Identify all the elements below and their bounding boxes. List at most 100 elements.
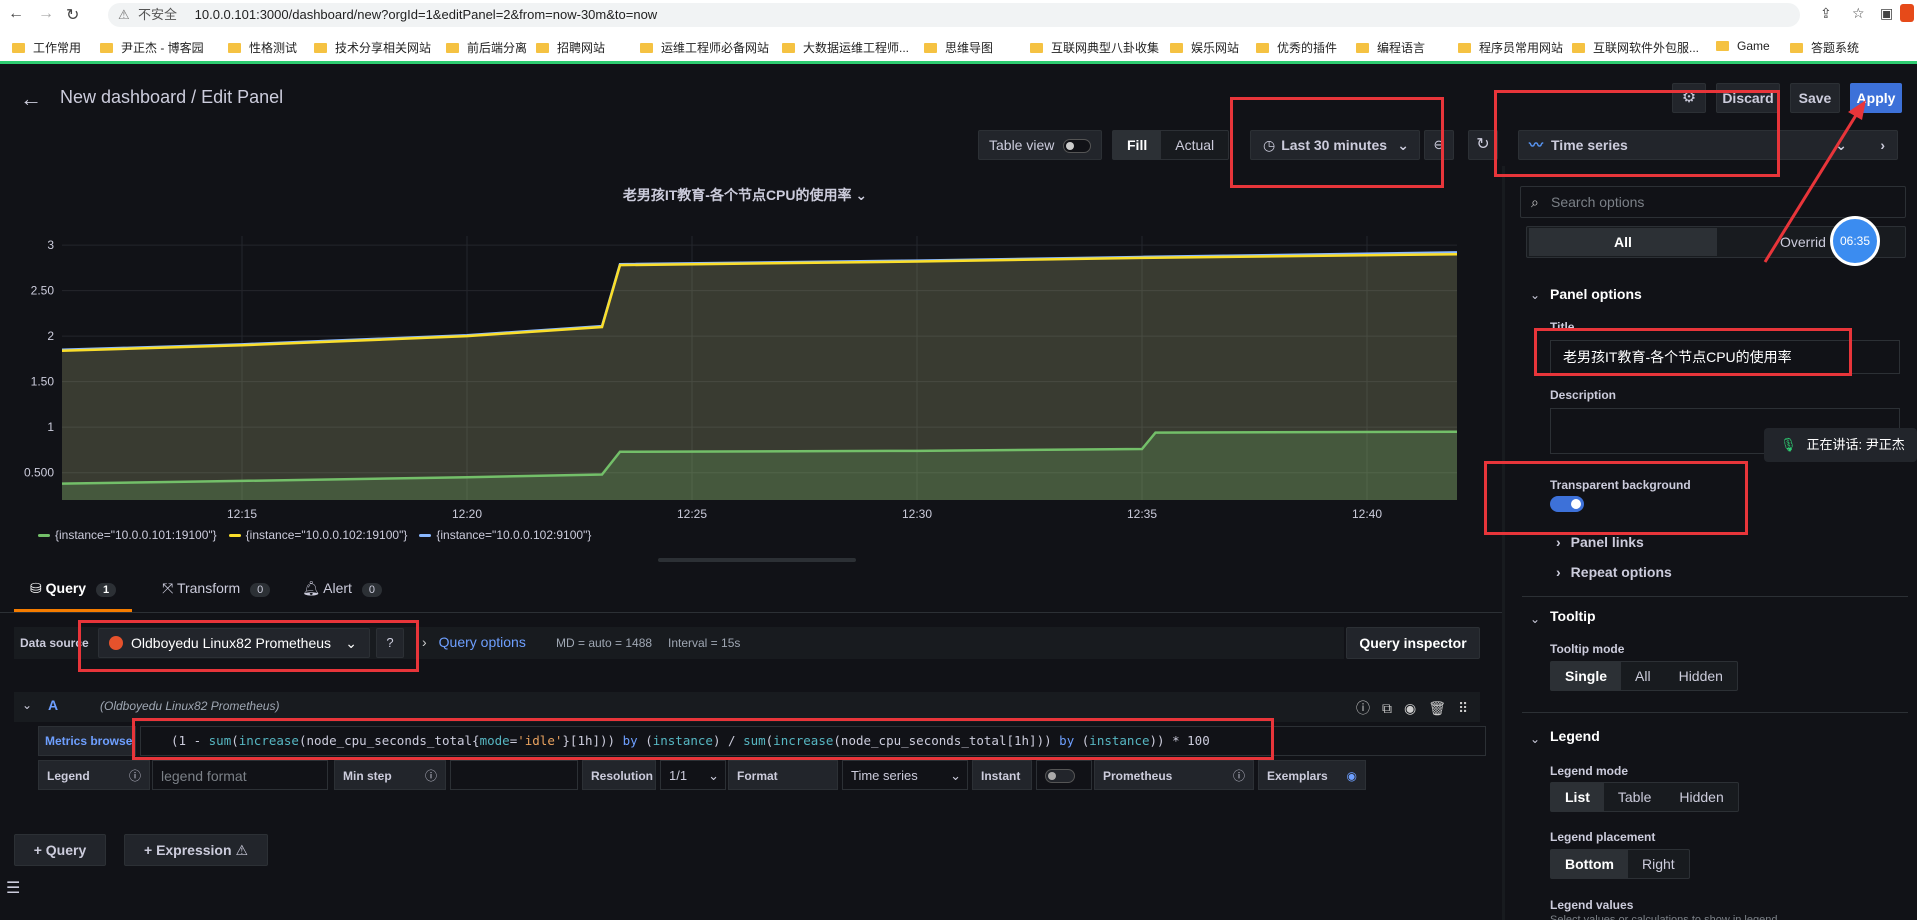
legend-header[interactable]: Legend [1550,728,1600,744]
exemplars-label-text: Exemplars [1267,769,1328,783]
tooltip-header[interactable]: Tooltip [1550,608,1596,624]
eye-icon[interactable]: ◉ [1347,761,1357,791]
search-options-input[interactable]: ⌕ Search options [1520,186,1906,218]
legend-values-label: Legend values [1550,898,1634,912]
legend-label: Legend ⓘ [38,760,150,790]
y-tick-label: 1.50 [31,375,55,389]
share-icon[interactable]: ⇪ [1820,5,1832,22]
legend-item[interactable]: {instance="10.0.0.101:19100"} [38,528,217,542]
tab-overrides[interactable]: Overrid [1780,234,1826,250]
query-ref-source: (Oldboyedu Linux82 Prometheus) [100,699,280,713]
tabs-divider [0,612,1502,613]
query-options-label: Query options [438,634,526,650]
search-icon: ⌕ [1531,194,1539,210]
tab-transform-count: 0 [250,583,271,597]
bookmark-item[interactable]: 答题系统 [1790,39,1859,56]
legend-mode-table[interactable]: Table [1604,783,1665,811]
add-expression-button[interactable]: + Expression ⚠ [124,834,268,866]
add-query-button[interactable]: + Query [14,834,106,866]
legend-item[interactable]: {instance="10.0.0.102:9100"} [419,528,591,542]
speaking-indicator: 🎙︎ 正在讲话: 尹正杰 [1764,428,1917,462]
format-value: Time series [851,768,918,783]
repeat-options-section[interactable]: › Repeat options [1556,564,1672,580]
duplicate-icon[interactable]: ⧉ [1382,700,1404,716]
collapse-icon[interactable]: ⌄ [22,698,32,712]
bookmark-item[interactable]: 互联网软件外包服... [1572,39,1699,56]
time-series-chart[interactable]: 0.500 1 1.50 2 2.50 3 12:15 12:20 12:25 12:30 12:3… [0,0,1510,560]
pane-splitter[interactable] [1502,166,1505,920]
min-step-label-text: Min step [343,769,392,783]
apply-button[interactable]: Apply [1850,83,1902,113]
tab-query-count: 1 [95,583,117,597]
panel-options-header[interactable]: Panel options [1550,286,1642,302]
annotation-box [1534,328,1852,376]
legend-placement-label: Legend placement [1550,830,1656,844]
chevron-right-icon[interactable]: › [1880,131,1885,159]
tooltip-mode-single[interactable]: Single [1551,662,1622,690]
legend-mode-list[interactable]: List [1551,783,1604,811]
eye-icon[interactable]: ◉ [1404,700,1428,716]
chevron-down-icon[interactable]: ⌄ [1530,732,1540,746]
star-icon[interactable]: ☆ [1852,5,1865,22]
legend-placement-bottom[interactable]: Bottom [1551,850,1628,878]
folder-icon [1572,42,1585,53]
repeat-options-label: Repeat options [1570,564,1672,580]
prometheus-type-text: Prometheus [1103,769,1173,783]
tab-alert[interactable]: 🔔︎ Alert 0 [286,580,398,612]
chevron-down-icon[interactable]: ⌄ [1530,612,1540,626]
drag-handle-icon[interactable]: ⠿ [1458,700,1480,716]
legend-label: {instance="10.0.0.101:19100"} [55,528,217,542]
format-select[interactable]: Time series ⌄ [842,760,968,790]
profile-icon[interactable] [1900,4,1914,22]
query-actions: ⓘ⧉◉🗑︎⠿ [1356,698,1480,718]
divider [1522,596,1908,597]
chevron-right-icon: › [1556,564,1561,580]
tab-transform[interactable]: ⤧ Transform 0 [132,580,286,612]
tab-query[interactable]: ⛁ Query 1 [14,580,133,612]
min-step-input[interactable] [450,760,578,790]
sidebar-icon[interactable]: ▣ [1880,5,1893,22]
add-expression-label: Expression [156,842,232,858]
description-label: Description [1550,388,1617,402]
legend-item[interactable]: {instance="10.0.0.102:19100"} [228,528,407,542]
legend-placement-right[interactable]: Right [1628,850,1689,878]
legend-swatch [419,534,432,538]
query-options-toggle[interactable]: › Query options [422,634,526,650]
exemplars-label: Exemplars ◉ [1258,760,1366,790]
help-icon[interactable]: ⓘ [1356,700,1382,716]
tooltip-mode-all[interactable]: All [1621,662,1665,690]
legend-format-input[interactable]: legend format [152,760,328,790]
metrics-browser-button[interactable]: Metrics browser › [38,726,136,756]
resolution-select[interactable]: 1/1 ⌄ [660,760,726,790]
x-tick-label: 12:20 [452,507,482,521]
legend-label: {instance="10.0.0.102:9100"} [436,528,592,542]
info-icon: ⓘ [1232,769,1245,783]
x-tick-label: 12:30 [902,507,932,521]
instant-toggle[interactable] [1036,760,1092,790]
metrics-browser-label: Metrics browser [45,734,136,748]
tooltip-mode-hidden[interactable]: Hidden [1665,662,1737,690]
legend-mode-selector: List Table Hidden [1550,782,1739,812]
add-query-label: Query [45,842,87,858]
annotation-box [132,718,1274,760]
tab-all[interactable]: All [1529,228,1717,256]
chart-legend: {instance="10.0.0.101:19100"} {instance="… [38,528,603,542]
info-icon: ⓘ [424,769,437,783]
save-button[interactable]: Save [1790,83,1840,113]
speaking-text: 正在讲话: 尹正杰 [1806,437,1905,452]
panel-resize-handle[interactable] [658,558,856,562]
x-tick-label: 12:40 [1352,507,1382,521]
y-tick-label: 0.500 [24,466,54,480]
bookmark-label: 互联网软件外包服... [1593,41,1700,55]
legend-mode-hidden[interactable]: Hidden [1665,783,1737,811]
chevron-down-icon[interactable]: ⌄ [1530,288,1540,302]
list-icon[interactable]: ☰ [6,878,20,898]
bookmark-item[interactable]: Game [1716,39,1770,53]
panel-links-label: Panel links [1570,534,1644,550]
tab-query-label: Query [45,580,87,596]
query-inspector-button[interactable]: Query inspector [1346,627,1480,659]
query-ref-id[interactable]: A [48,697,58,713]
tab-transform-label: Transform [176,580,241,596]
trash-icon[interactable]: 🗑︎ [1428,700,1458,716]
panel-links-section[interactable]: › Panel links [1556,534,1644,550]
